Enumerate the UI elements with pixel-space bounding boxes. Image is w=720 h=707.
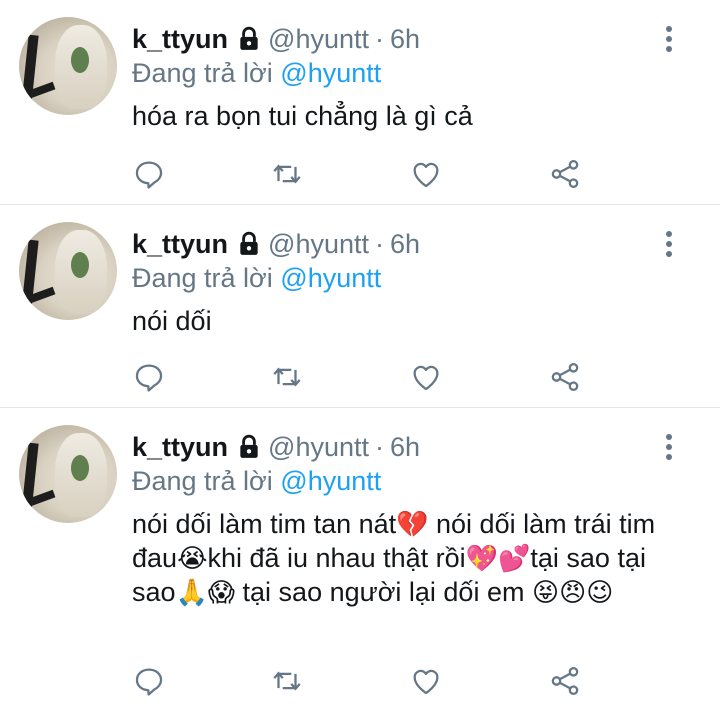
tweet[interactable]: k_ttyun @hyuntt · 6h Đang trả lời @hyunt… — [0, 0, 720, 205]
timestamp[interactable]: 6h — [390, 24, 420, 55]
tweet-header: k_ttyun @hyuntt · 6h — [132, 22, 420, 56]
tweet-header: k_ttyun @hyuntt · 6h — [132, 430, 420, 464]
share-button[interactable] — [548, 360, 582, 394]
tweet-feed: k_ttyun @hyuntt · 6h Đang trả lời @hyunt… — [0, 0, 720, 707]
share-button[interactable] — [548, 157, 582, 191]
tweet-actions — [132, 157, 592, 193]
retweet-icon — [273, 367, 301, 387]
folded-hands-emoji: 🙏 — [175, 577, 208, 607]
reply-mention[interactable]: @hyuntt — [280, 58, 381, 88]
tweet-text: nói dối làm tim tan nát💔 nói dối làm trá… — [132, 507, 692, 609]
text-segment: nói dối làm tim tan nát — [132, 509, 397, 539]
tweet-actions — [132, 360, 592, 396]
tweet-text: hóa ra bọn tui chẳng là gì cả — [132, 101, 473, 131]
angry-face-emoji: 😠 — [559, 577, 587, 607]
avatar[interactable] — [19, 425, 117, 523]
screaming-face-emoji: 😱 — [207, 577, 236, 607]
share-icon — [551, 362, 579, 392]
separator: · — [375, 228, 384, 259]
loudly-crying-emoji: 😭 — [177, 543, 208, 573]
avatar[interactable] — [19, 17, 117, 115]
share-button[interactable] — [548, 664, 582, 698]
more-vertical-icon[interactable] — [662, 24, 676, 54]
like-button[interactable] — [409, 360, 443, 394]
retweet-button[interactable] — [270, 157, 304, 191]
reply-button[interactable] — [132, 360, 166, 394]
reply-button[interactable] — [132, 157, 166, 191]
retweet-icon — [273, 164, 301, 184]
tongue-face-emoji: 😝 — [531, 577, 560, 607]
lock-icon — [240, 26, 258, 50]
separator: · — [375, 23, 384, 54]
tweet[interactable]: k_ttyun @hyuntt · 6h Đang trả lời @hyunt… — [0, 408, 720, 707]
winking-face-emoji: 😉 — [586, 577, 614, 607]
reply-button[interactable] — [132, 664, 166, 698]
reply-prefix: Đang trả lời — [132, 58, 273, 88]
user-handle[interactable]: @hyuntt — [268, 229, 369, 260]
heart-icon — [413, 365, 439, 391]
reply-context: Đang trả lời @hyuntt — [132, 58, 381, 89]
user-handle[interactable]: @hyuntt — [268, 24, 369, 55]
reply-context: Đang trả lời @hyuntt — [132, 263, 381, 294]
separator: · — [375, 431, 384, 462]
lock-icon — [240, 434, 258, 458]
retweet-icon — [273, 671, 301, 691]
two-hearts-emoji: 💕 — [498, 543, 531, 573]
reply-prefix: Đang trả lời — [132, 466, 273, 496]
tweet[interactable]: k_ttyun @hyuntt · 6h Đang trả lời @hyunt… — [0, 205, 720, 408]
display-name[interactable]: k_ttyun — [132, 229, 228, 260]
reply-context: Đang trả lời @hyuntt — [132, 466, 381, 497]
reply-mention[interactable]: @hyuntt — [280, 466, 381, 496]
text-segment: tại sao người lại dối em — [235, 577, 525, 607]
more-vertical-icon[interactable] — [662, 432, 676, 462]
like-button[interactable] — [409, 664, 443, 698]
sparkling-heart-emoji: 💖 — [465, 543, 499, 573]
tweet-header: k_ttyun @hyuntt · 6h — [132, 227, 420, 261]
heart-icon — [413, 162, 439, 188]
avatar[interactable] — [19, 222, 117, 320]
reply-icon — [135, 364, 163, 392]
like-button[interactable] — [409, 157, 443, 191]
tweet-text: nói dối — [132, 306, 212, 336]
reply-mention[interactable]: @hyuntt — [280, 263, 381, 293]
timestamp[interactable]: 6h — [390, 229, 420, 260]
display-name[interactable]: k_ttyun — [132, 432, 228, 463]
share-icon — [551, 159, 579, 189]
more-vertical-icon[interactable] — [662, 229, 676, 259]
lock-icon — [240, 231, 258, 255]
retweet-button[interactable] — [270, 664, 304, 698]
reply-icon — [135, 668, 163, 696]
share-icon — [551, 666, 579, 696]
heart-icon — [413, 669, 439, 695]
reply-prefix: Đang trả lời — [132, 263, 273, 293]
retweet-button[interactable] — [270, 360, 304, 394]
reply-icon — [135, 161, 163, 189]
broken-heart-emoji: 💔 — [396, 509, 429, 539]
user-handle[interactable]: @hyuntt — [268, 432, 369, 463]
text-segment: khi đã iu nhau thật rồi — [207, 543, 466, 573]
timestamp[interactable]: 6h — [390, 432, 420, 463]
display-name[interactable]: k_ttyun — [132, 24, 228, 55]
tweet-actions — [132, 664, 592, 700]
